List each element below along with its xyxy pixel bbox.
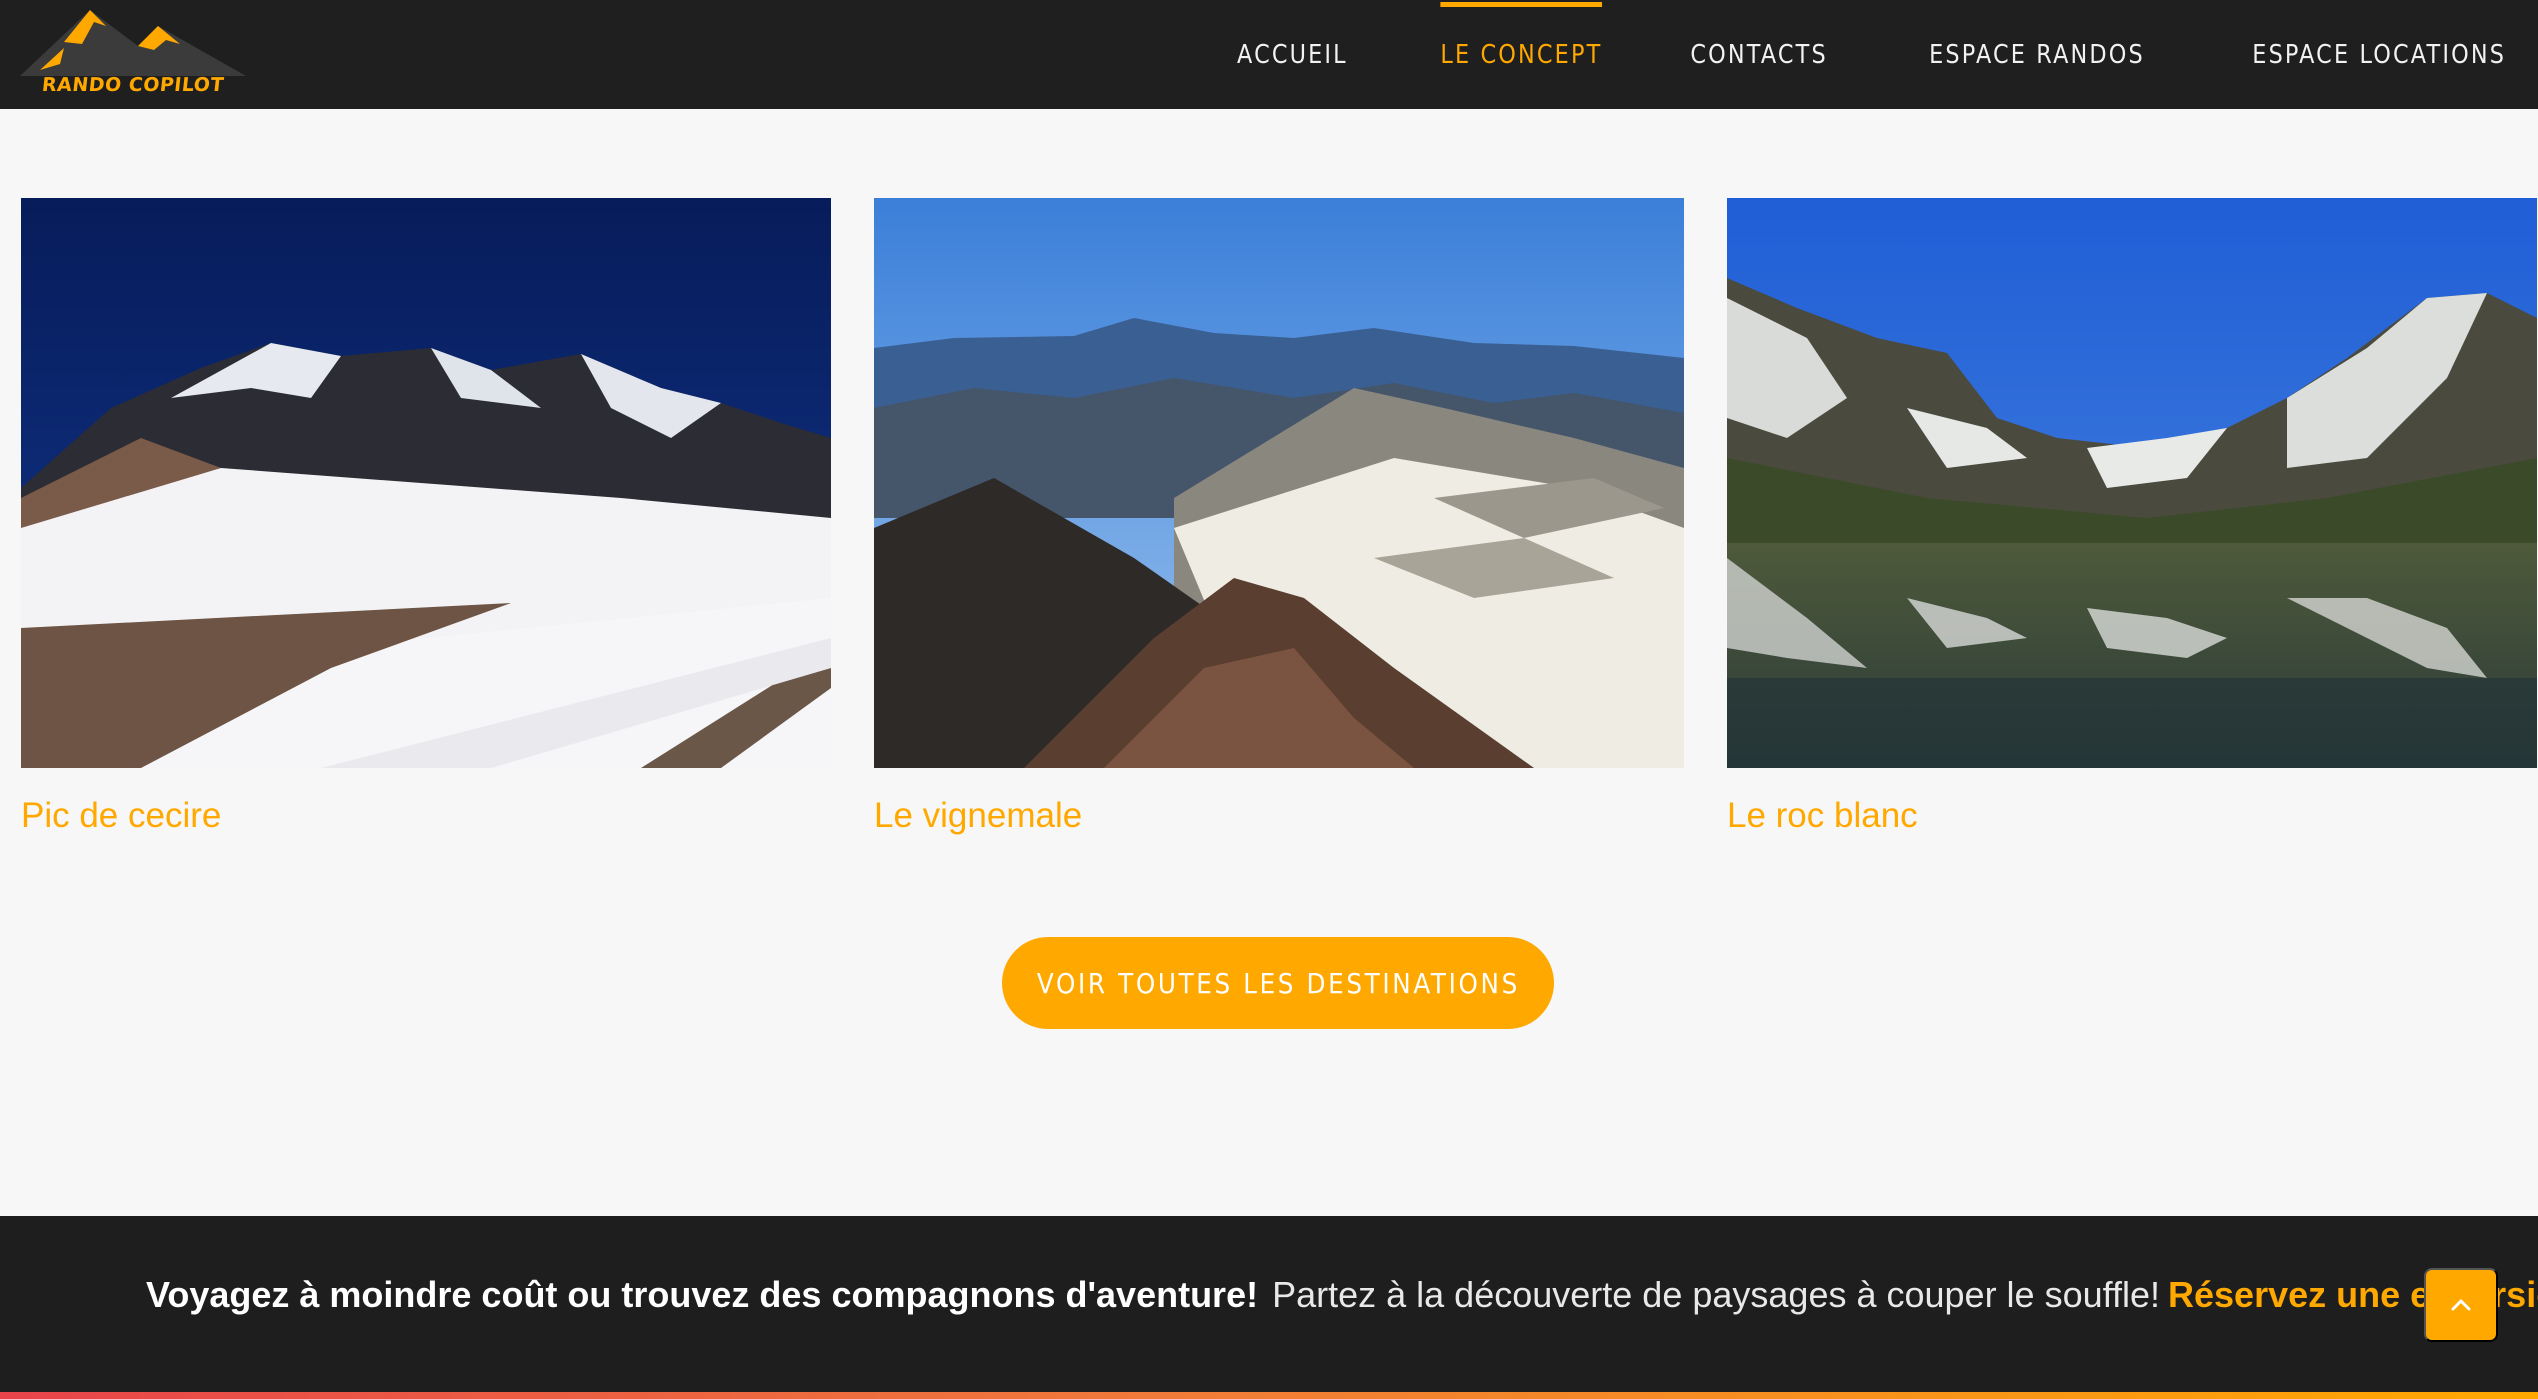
promo-bold-text: Voyagez à moindre coût ou trouvez des co…: [146, 1274, 1259, 1315]
nav-item-contacts[interactable]: CONTACTS: [1691, 0, 1828, 109]
main-nav: ACCUEIL LE CONCEPT CONTACTS ESPACE RANDO…: [1153, 0, 2506, 109]
scroll-to-top-button[interactable]: [2424, 1268, 2498, 1342]
view-all-destinations-button[interactable]: VOIR TOUTES LES DESTINATIONS: [1002, 937, 1554, 1029]
destination-card: Le roc blanc: [1727, 198, 2537, 836]
destination-image-pic-de-cecire[interactable]: [21, 198, 831, 768]
site-logo[interactable]: RANDO COPILOT: [20, 4, 246, 104]
destination-image-le-roc-blanc[interactable]: [1727, 198, 2537, 768]
destination-image-le-vignemale[interactable]: [874, 198, 1684, 768]
destination-card: Le vignemale: [874, 198, 1684, 836]
nav-item-le-concept[interactable]: LE CONCEPT: [1440, 0, 1603, 109]
promo-text: Voyagez à moindre coût ou trouvez des co…: [146, 1274, 2538, 1316]
nav-item-espace-randos[interactable]: ESPACE RANDOS: [1929, 0, 2145, 109]
promo-banner: Voyagez à moindre coût ou trouvez des co…: [0, 1216, 2538, 1399]
view-all-destinations-label: VOIR TOUTES LES DESTINATIONS: [1036, 966, 1520, 1000]
destination-title[interactable]: Le vignemale: [874, 796, 1082, 836]
mountain-logo-icon: [20, 10, 246, 76]
promo-light-text: Partez à la découverte de paysages à cou…: [1272, 1274, 2160, 1315]
logo-text: RANDO COPILOT: [40, 74, 226, 96]
nav-item-espace-locations[interactable]: ESPACE LOCATIONS: [2252, 0, 2506, 109]
chevron-up-icon: [2451, 1299, 2471, 1311]
nav-item-accueil[interactable]: ACCUEIL: [1237, 0, 1348, 109]
banner-accent-line: [0, 1392, 2538, 1399]
destination-card: Pic de cecire: [21, 198, 831, 836]
site-header: RANDO COPILOT ACCUEIL LE CONCEPT CONTACT…: [0, 0, 2538, 109]
destination-title[interactable]: Pic de cecire: [21, 796, 221, 836]
destination-title[interactable]: Le roc blanc: [1727, 796, 1918, 836]
